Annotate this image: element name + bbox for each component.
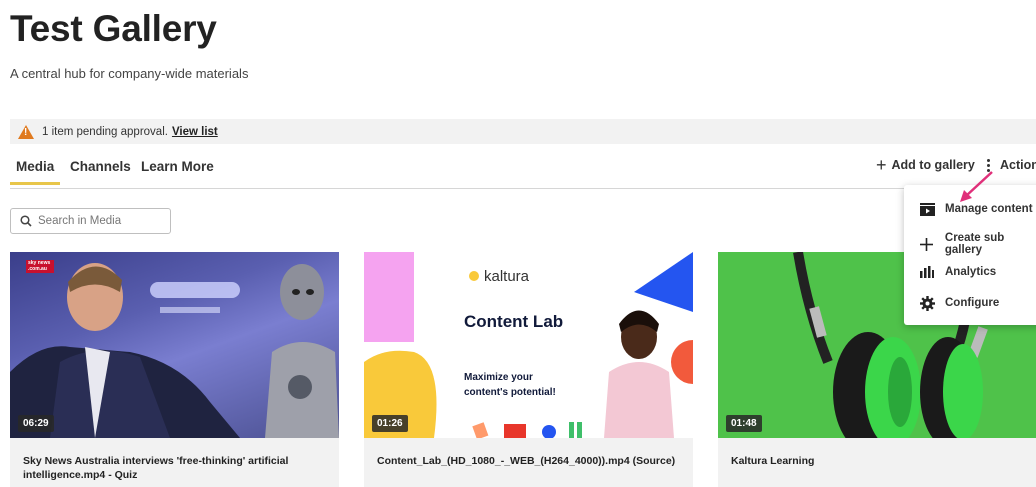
notice-text: 1 item pending approval. xyxy=(42,125,168,138)
tab-learn-more[interactable]: Learn More xyxy=(141,159,214,174)
duration-badge: 01:26 xyxy=(372,415,408,432)
page-subtitle: A central hub for company-wide materials xyxy=(10,66,249,81)
plus-icon xyxy=(918,236,936,252)
interview-scene-image xyxy=(10,263,339,438)
view-list-link[interactable]: View list xyxy=(172,126,218,138)
duration-badge: 06:29 xyxy=(18,415,54,432)
search-input[interactable] xyxy=(38,215,158,227)
menu-item-label: Configure xyxy=(945,297,1000,309)
actions-label: Actions xyxy=(1000,158,1036,172)
content-lab-tagline: Maximize your content's potential! xyxy=(464,372,556,398)
menu-item-create-sub-gallery[interactable]: Create sub gallery xyxy=(918,232,1036,256)
tab-media[interactable]: Media xyxy=(9,159,61,185)
menu-item-label: Create sub gallery xyxy=(944,232,1005,256)
bar-chart-icon xyxy=(918,264,936,280)
plus-icon: + xyxy=(876,155,887,175)
media-title[interactable]: Sky News Australia interviews 'free-thin… xyxy=(10,438,339,487)
search-box[interactable] xyxy=(10,208,171,234)
search-icon xyxy=(20,215,32,227)
media-title[interactable]: Kaltura Learning xyxy=(718,438,1036,487)
warning-icon: ! xyxy=(18,124,34,139)
media-card[interactable]: kaltura Content Lab Maximize your conten… xyxy=(364,252,693,487)
menu-item-analytics[interactable]: Analytics xyxy=(918,264,996,280)
tab-channels[interactable]: Channels xyxy=(70,159,131,174)
sky-news-logo: sky news .com.au xyxy=(26,260,54,273)
page-title: Test Gallery xyxy=(10,8,217,49)
gear-icon xyxy=(918,295,936,311)
kaltura-logo: kaltura xyxy=(484,268,530,285)
content-lab-heading: Content Lab xyxy=(464,312,564,331)
media-thumbnail[interactable]: sky news .com.au 06:29 xyxy=(10,252,339,438)
media-title[interactable]: Content_Lab_(HD_1080_-_WEB_(H264_4000)).… xyxy=(364,438,693,487)
menu-item-label: Analytics xyxy=(945,266,997,278)
manage-content-icon xyxy=(918,201,936,217)
pending-approval-notice: ! 1 item pending approval. View list xyxy=(10,119,1036,144)
menu-item-configure[interactable]: Configure xyxy=(918,295,999,311)
duration-badge: 01:48 xyxy=(726,415,762,432)
annotation-arrow-icon xyxy=(960,171,993,202)
media-thumbnail[interactable]: kaltura Content Lab Maximize your conten… xyxy=(364,252,693,438)
media-card[interactable]: sky news .com.au 06:29 Sky News Australi… xyxy=(10,252,339,487)
